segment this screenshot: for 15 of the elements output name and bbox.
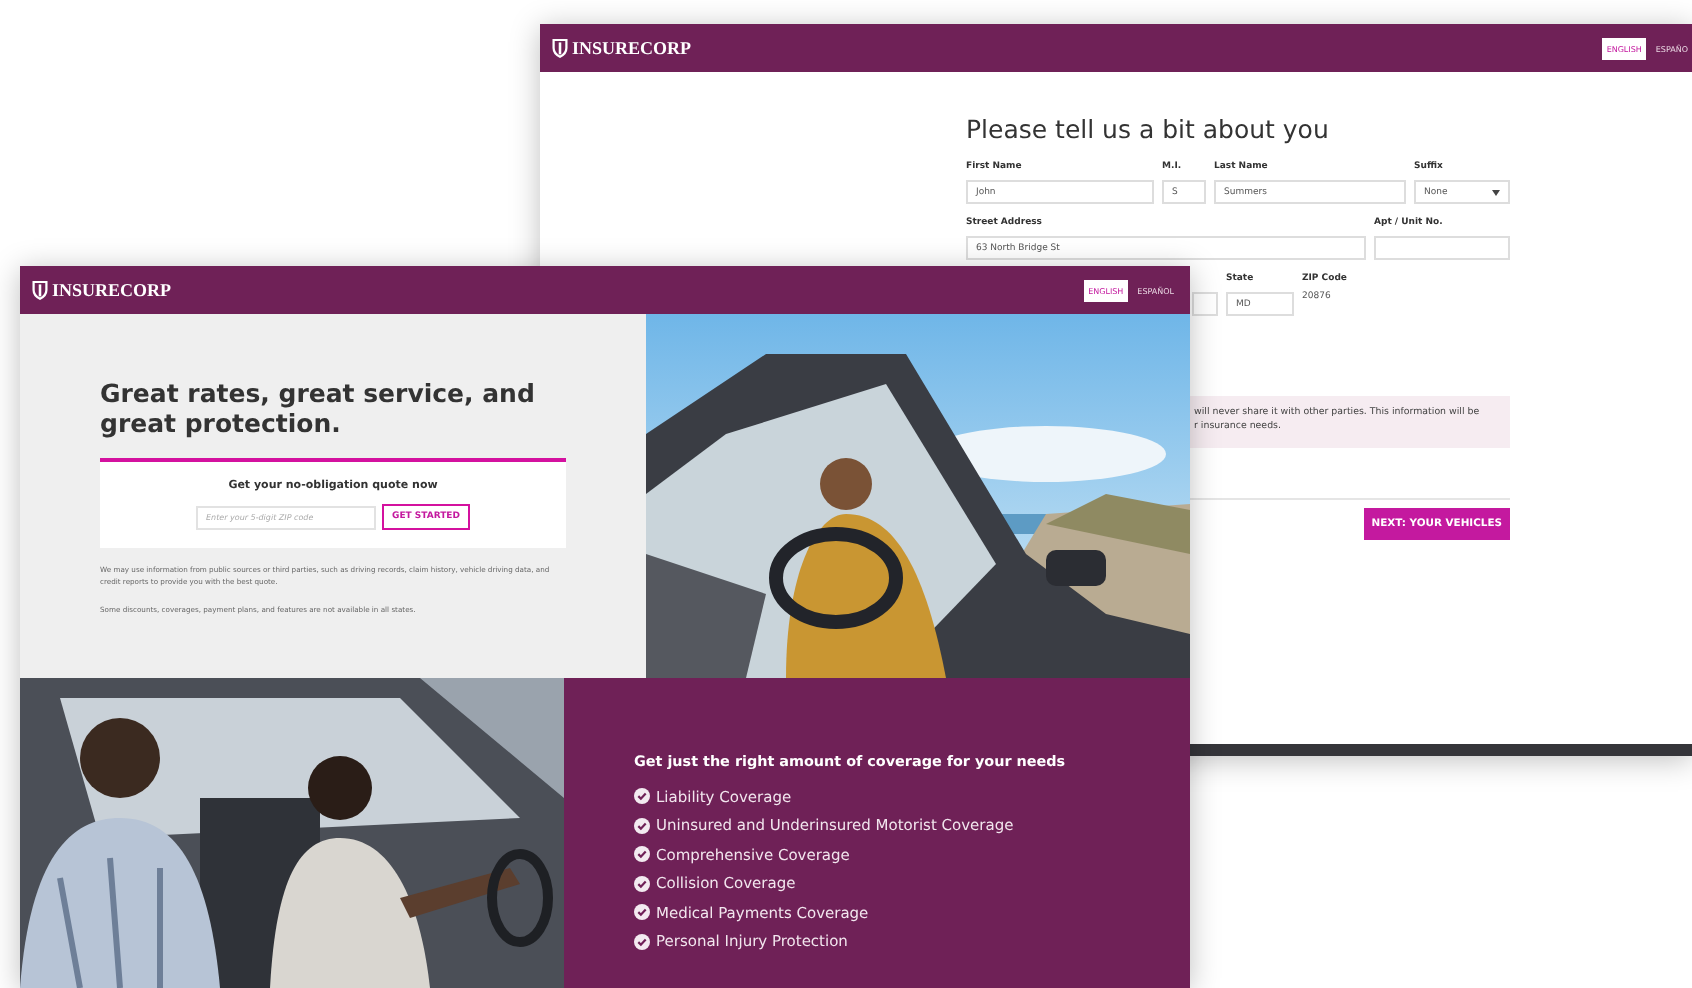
hero-headline: Great rates, great service, and great protection. xyxy=(100,378,537,438)
check-circle-icon xyxy=(634,933,650,950)
check-circle-icon xyxy=(634,788,650,805)
logo-text: INSURECORP xyxy=(572,38,692,58)
shield-icon xyxy=(552,38,568,58)
check-circle-icon xyxy=(634,875,650,892)
check-circle-icon xyxy=(634,846,650,863)
form-title: Please tell us a bit about you xyxy=(966,114,1331,144)
input-field[interactable] xyxy=(1192,292,1218,316)
input-field[interactable] xyxy=(1374,236,1510,260)
shield-icon xyxy=(32,280,48,300)
logo-text: INSURECORP xyxy=(52,280,172,300)
check-circle-icon xyxy=(634,817,650,834)
caret-icon xyxy=(1492,189,1500,195)
check-circle-icon xyxy=(634,904,650,921)
